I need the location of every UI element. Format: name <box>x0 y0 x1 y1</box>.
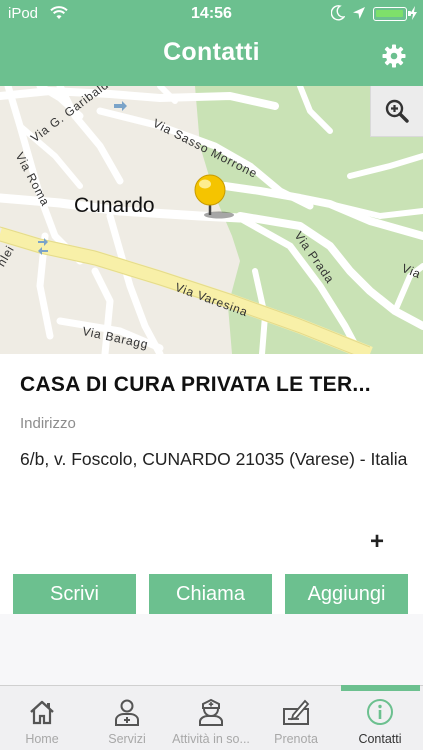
tab-attivita[interactable]: Attività in so... <box>169 686 253 750</box>
expand-plus-icon[interactable]: + <box>366 530 388 554</box>
call-button[interactable]: Chiama <box>149 574 272 614</box>
tab-label-contatti: Contatti <box>358 732 402 746</box>
facility-name: CASA DI CURA PRIVATA LE TER... <box>20 373 371 396</box>
map-pin-icon[interactable] <box>193 174 237 220</box>
tab-servizi[interactable]: Servizi <box>85 686 169 750</box>
location-arrow-icon <box>353 7 365 19</box>
moon-icon <box>331 5 345 21</box>
write-button[interactable]: Scrivi <box>13 574 136 614</box>
nurse-icon <box>199 698 223 726</box>
tab-bar: Home Servizi Attività in so... Prenota C… <box>0 685 423 750</box>
gear-icon[interactable] <box>382 44 406 68</box>
home-icon <box>30 700 54 725</box>
address-value: 6/b, v. Foscolo, CUNARDO 21035 (Varese) … <box>20 449 408 469</box>
nav-header: iPod 14:56 Contatti <box>0 0 423 86</box>
add-contact-button[interactable]: Aggiungi <box>285 574 408 614</box>
tab-contatti[interactable]: Contatti <box>338 686 422 750</box>
tab-home[interactable]: Home <box>0 686 84 750</box>
booking-icon <box>283 699 310 725</box>
content-background <box>0 614 423 685</box>
tab-label-attivita: Attività in so... <box>172 732 250 746</box>
doctor-icon <box>115 699 139 726</box>
map-roads <box>0 86 423 354</box>
tab-label-home: Home <box>25 732 59 746</box>
tab-label-prenota: Prenota <box>274 732 318 746</box>
town-label: Cunardo <box>74 194 155 217</box>
battery-icon <box>373 7 411 21</box>
info-icon <box>367 699 393 725</box>
tab-prenota[interactable]: Prenota <box>254 686 338 750</box>
charging-bolt-icon <box>410 6 417 20</box>
location-map[interactable]: Via G. Garibaldi Via Sasso Morrone Via R… <box>0 86 423 354</box>
zoom-in-button[interactable] <box>370 86 423 137</box>
address-label: Indirizzo <box>20 415 76 432</box>
zoom-in-icon <box>385 99 409 123</box>
status-bar: iPod 14:56 <box>0 0 423 28</box>
page-title: Contatti <box>163 38 260 66</box>
tab-label-servizi: Servizi <box>108 732 146 746</box>
